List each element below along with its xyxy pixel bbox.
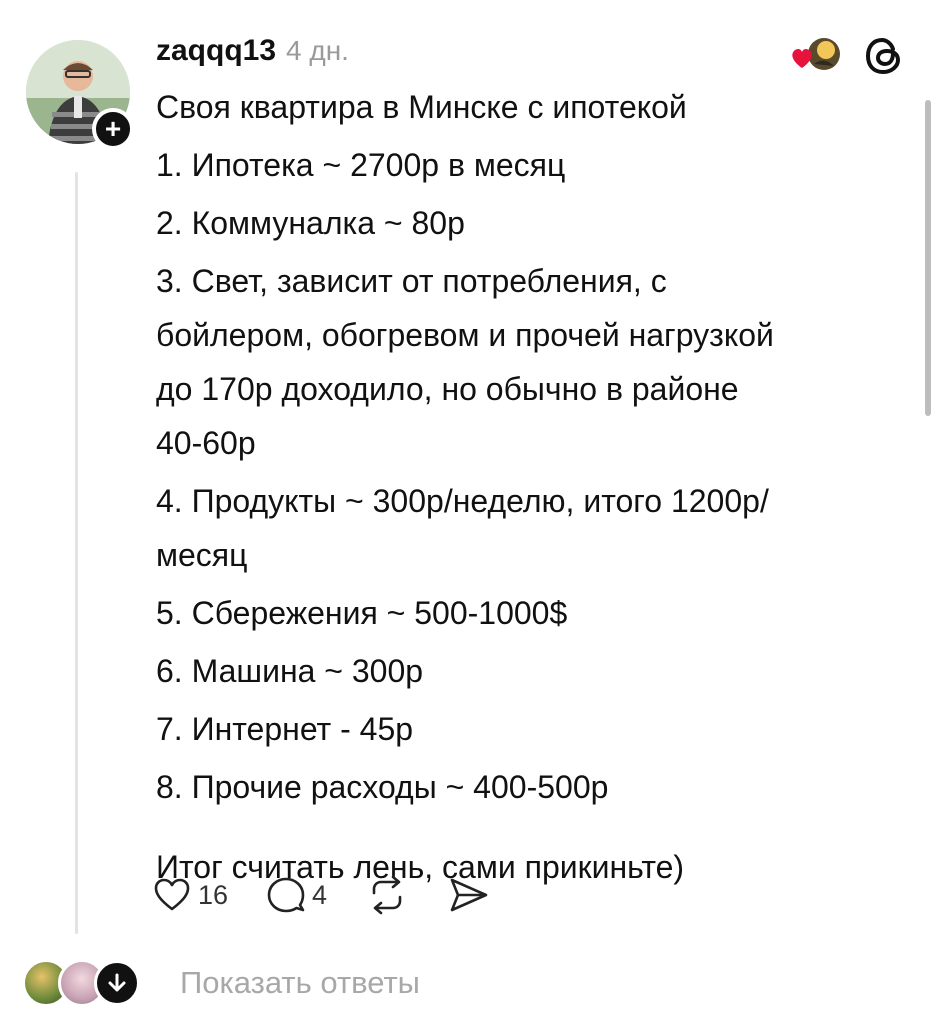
list-item: 2. Коммуналка ~ 80р	[156, 205, 465, 241]
post-timestamp: 4 дн.	[286, 35, 349, 66]
send-icon	[450, 878, 488, 912]
like-count: 16	[198, 879, 229, 910]
list-item: 5. Сбережения ~ 500-1000$	[156, 595, 568, 631]
list-item-continued: бойлером, обогревом и прочей нагрузкой	[156, 317, 774, 353]
list-item: 7. Интернет - 45р	[156, 711, 414, 747]
threads-logo-icon[interactable]	[862, 34, 906, 78]
post-text: Своя квартира в Минске с ипотекой 1. Ипо…	[156, 80, 896, 894]
comment-count: 4	[312, 879, 328, 910]
list-item-continued: 40-60р	[156, 425, 256, 461]
show-replies-link[interactable]: Показать ответы	[180, 965, 420, 1001]
list-item: 1. Ипотека ~ 2700р в месяц	[156, 147, 566, 183]
like-button[interactable]: 16	[152, 875, 228, 915]
repost-icon	[372, 875, 402, 915]
follow-button[interactable]: +	[92, 108, 134, 150]
arrow-down-icon	[94, 960, 140, 1006]
comment-bubble-icon	[267, 877, 305, 913]
list-item: 6. Машина ~ 300р	[156, 653, 424, 689]
post-actions: 16 4	[152, 870, 529, 920]
heart-icon	[154, 878, 190, 911]
thread-connector-line	[75, 172, 78, 934]
list-item: 4. Продукты ~ 300р/неделю, итого 1200р/	[156, 483, 769, 519]
scrollbar[interactable]	[925, 100, 931, 416]
reaction-avatars[interactable]	[788, 34, 844, 78]
post-header: zaqqq13 4 дн.	[156, 34, 349, 78]
repost-button[interactable]	[365, 875, 409, 915]
heart-reaction-icon	[792, 48, 812, 68]
share-button[interactable]	[447, 875, 491, 915]
post-title: Своя квартира в Минске с ипотекой	[156, 89, 687, 125]
list-item-continued: до 170р доходило, но обычно в районе	[156, 371, 739, 407]
author-username[interactable]: zaqqq13	[156, 34, 276, 68]
plus-icon: +	[104, 113, 122, 144]
list-item-continued: месяц	[156, 537, 248, 573]
comment-button[interactable]: 4	[266, 875, 327, 915]
list-item: 8. Прочие расходы ~ 400-500р	[156, 769, 609, 805]
list-item: 3. Свет, зависит от потребления, с	[156, 263, 667, 299]
replies-row[interactable]: Показать ответы	[22, 955, 420, 1011]
